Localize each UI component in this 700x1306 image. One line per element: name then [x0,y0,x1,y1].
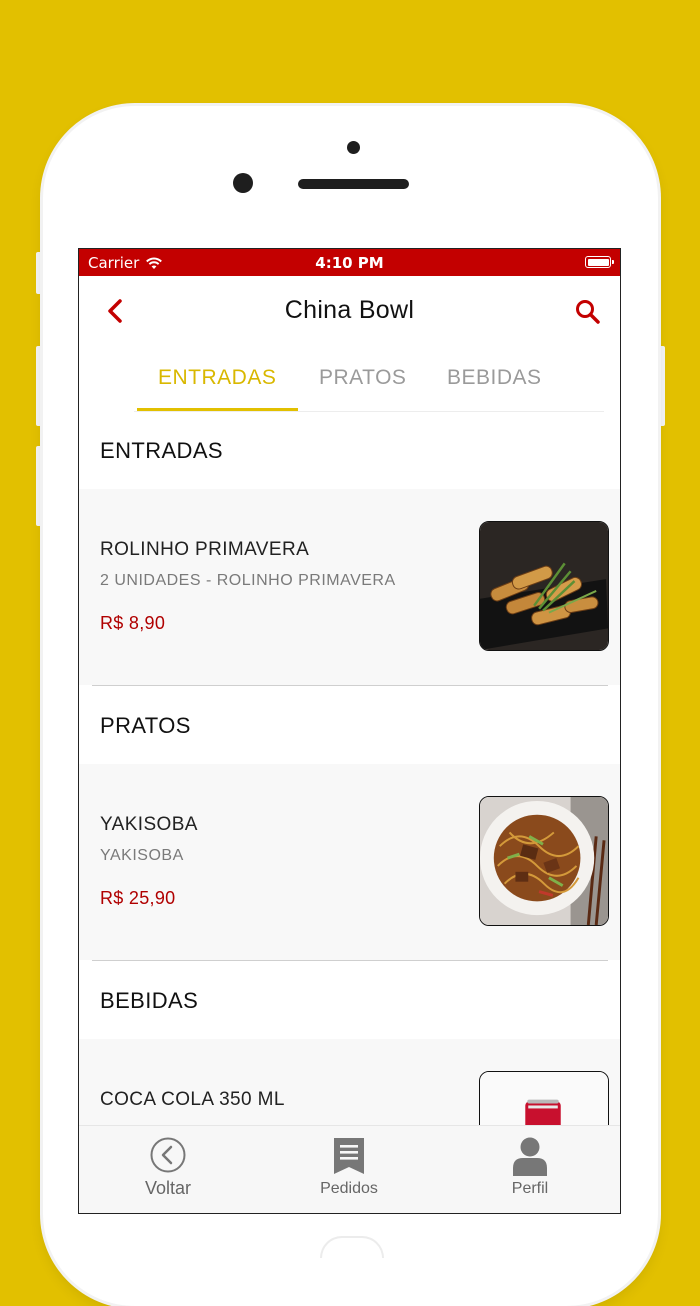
phone-silent-switch [36,252,43,294]
nav-voltar-label: Voltar [144,1178,192,1198]
category-tabs: ENTRADAS PRATOS BEBIDAS [79,346,620,412]
phone-home-button [320,1236,384,1258]
phone-speaker [298,179,409,189]
menu-item-coca-cola[interactable]: COCA COLA 350 ML [79,1039,620,1125]
coca-cola-can-photo [479,1071,609,1125]
section-divider [92,685,608,686]
section-title: ENTRADAS [100,438,223,463]
page-title: China Bowl [284,296,415,324]
bottom-nav: Voltar Pedidos Perfil [79,1125,620,1213]
phone-volume-down-button [36,446,43,526]
tab-bebidas[interactable]: BEBIDAS [447,366,542,390]
nav-voltar[interactable]: Voltar [108,1136,228,1199]
yakisoba-photo [479,796,609,926]
circle-chevron-left-icon [150,1137,186,1173]
item-name: YAKISOBA [100,814,198,835]
tab-pratos[interactable]: PRATOS [319,366,406,390]
item-name: ROLINHO PRIMAVERA [100,539,310,560]
phone-volume-up-button [36,346,43,426]
section-header-entradas: ENTRADAS [79,412,620,489]
search-icon[interactable] [574,298,602,326]
phone-power-button [658,346,665,426]
spring-rolls-photo [479,521,609,651]
phone-sensor [347,141,360,154]
nav-bar: China Bowl [79,276,620,346]
user-icon [513,1137,547,1176]
tab-entradas[interactable]: ENTRADAS [158,366,276,390]
nav-pedidos-label: Pedidos [320,1180,378,1197]
section-header-pratos: PRATOS [79,687,620,764]
nav-perfil[interactable]: Perfil [470,1136,590,1198]
item-price: R$ 25,90 [100,888,176,908]
section-divider [92,960,608,961]
item-description: YAKISOBA [100,847,184,864]
app-screen: Carrier 4:10 PM China Bowl ENTRADAS PRAT… [78,248,621,1214]
battery-icon [585,256,614,268]
status-time: 4:10 PM [315,254,384,272]
menu-item-yakisoba[interactable]: YAKISOBA YAKISOBA R$ 25,90 [79,764,620,960]
section-header-bebidas: BEBIDAS [79,962,620,1039]
receipt-icon [334,1138,364,1174]
item-description: 2 UNIDADES - ROLINHO PRIMAVERA [100,572,396,589]
section-title: PRATOS [100,713,191,738]
menu-list[interactable]: ENTRADAS ROLINHO PRIMAVERA 2 UNIDADES - … [79,412,620,1125]
phone-camera [233,173,253,193]
nav-pedidos[interactable]: Pedidos [289,1136,409,1198]
status-bar: Carrier 4:10 PM [79,249,620,276]
nav-perfil-label: Perfil [511,1180,549,1197]
item-price: R$ 8,90 [100,613,166,633]
item-name: COCA COLA 350 ML [100,1089,285,1110]
menu-item-rolinho-primavera[interactable]: ROLINHO PRIMAVERA 2 UNIDADES - ROLINHO P… [79,489,620,685]
section-title: BEBIDAS [100,988,199,1013]
